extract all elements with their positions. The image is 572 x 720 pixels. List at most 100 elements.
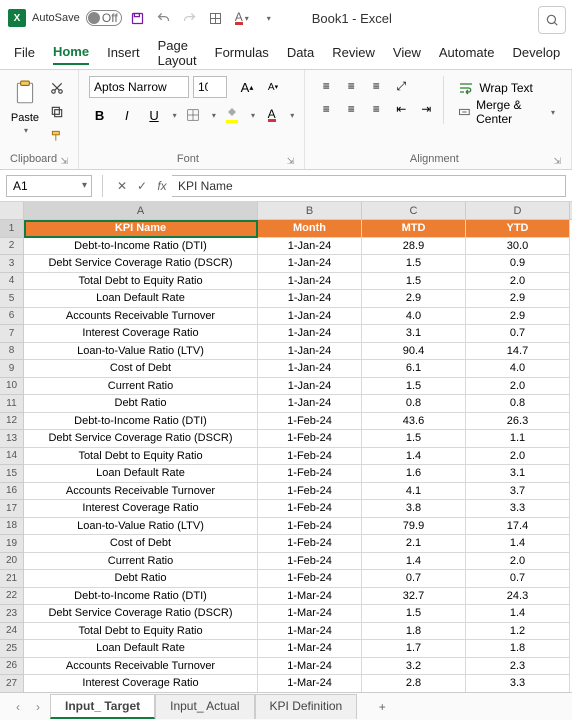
- qat-overflow-icon[interactable]: ▾: [258, 8, 278, 28]
- align-bottom-icon[interactable]: ≡: [365, 76, 387, 96]
- cell[interactable]: KPI Name: [24, 220, 258, 238]
- add-sheet-button[interactable]: +: [371, 700, 393, 714]
- enter-fx-icon[interactable]: ✓: [132, 175, 152, 197]
- row-header[interactable]: 23: [0, 605, 24, 623]
- row-header[interactable]: 7: [0, 325, 24, 343]
- font-size-select[interactable]: 10: [193, 76, 227, 98]
- paste-dropdown-icon[interactable]: ▾: [24, 126, 28, 135]
- ribbon-tab-insert[interactable]: Insert: [107, 41, 140, 64]
- row-header[interactable]: 6: [0, 308, 24, 326]
- cut-icon[interactable]: [46, 78, 68, 98]
- cell[interactable]: 3.1: [362, 325, 466, 343]
- cell[interactable]: 1.5: [362, 273, 466, 291]
- cell[interactable]: 1-Jan-24: [258, 273, 362, 291]
- cell[interactable]: 1-Mar-24: [258, 623, 362, 641]
- row-header[interactable]: 1: [0, 220, 24, 238]
- cell[interactable]: 3.7: [466, 483, 570, 501]
- cell[interactable]: Total Debt to Equity Ratio: [24, 623, 258, 641]
- row-header[interactable]: 5: [0, 290, 24, 308]
- cell[interactable]: Debt Service Coverage Ratio (DSCR): [24, 605, 258, 623]
- ribbon-tab-page-layout[interactable]: Page Layout: [158, 34, 197, 72]
- cell[interactable]: Debt Service Coverage Ratio (DSCR): [24, 255, 258, 273]
- row-header[interactable]: 24: [0, 623, 24, 641]
- cell[interactable]: 1.5: [362, 378, 466, 396]
- cell[interactable]: Accounts Receivable Turnover: [24, 483, 258, 501]
- increase-font-icon[interactable]: A▴: [235, 76, 259, 98]
- cell[interactable]: 3.3: [466, 675, 570, 693]
- align-left-icon[interactable]: ≡: [315, 99, 337, 119]
- row-header[interactable]: 17: [0, 500, 24, 518]
- cell[interactable]: 32.7: [362, 588, 466, 606]
- align-top-icon[interactable]: ≡: [315, 76, 337, 96]
- cell[interactable]: 3.8: [362, 500, 466, 518]
- row-header[interactable]: 4: [0, 273, 24, 291]
- cell[interactable]: Debt Ratio: [24, 395, 258, 413]
- cell[interactable]: Debt-to-Income Ratio (DTI): [24, 413, 258, 431]
- cell[interactable]: 1.7: [362, 640, 466, 658]
- cell[interactable]: 1-Feb-24: [258, 500, 362, 518]
- font-color-icon[interactable]: A: [261, 104, 282, 126]
- wrap-text-button[interactable]: Wrap Text: [452, 76, 561, 100]
- cell[interactable]: 3.3: [466, 500, 570, 518]
- ribbon-tab-file[interactable]: File: [14, 41, 35, 64]
- cell[interactable]: 3.1: [466, 465, 570, 483]
- row-header[interactable]: 2: [0, 238, 24, 256]
- row-header[interactable]: 12: [0, 413, 24, 431]
- cell[interactable]: Accounts Receivable Turnover: [24, 658, 258, 676]
- cell[interactable]: 1-Mar-24: [258, 640, 362, 658]
- row-header[interactable]: 25: [0, 640, 24, 658]
- cell[interactable]: Cost of Debt: [24, 360, 258, 378]
- save-icon[interactable]: [128, 8, 148, 28]
- cell[interactable]: Loan Default Rate: [24, 465, 258, 483]
- col-header-B[interactable]: B: [258, 202, 362, 219]
- font-launcher-icon[interactable]: ⇲: [287, 156, 295, 167]
- cell[interactable]: YTD: [466, 220, 570, 238]
- cell[interactable]: 1-Jan-24: [258, 308, 362, 326]
- cell[interactable]: Current Ratio: [24, 378, 258, 396]
- cell[interactable]: Total Debt to Equity Ratio: [24, 448, 258, 466]
- cell[interactable]: 1.5: [362, 605, 466, 623]
- cell[interactable]: 1-Jan-24: [258, 360, 362, 378]
- row-header[interactable]: 10: [0, 378, 24, 396]
- orientation-icon[interactable]: ⤢: [390, 76, 412, 96]
- cell[interactable]: 2.0: [466, 553, 570, 571]
- cell[interactable]: 1.5: [362, 255, 466, 273]
- align-middle-icon[interactable]: ≡: [340, 76, 362, 96]
- cell[interactable]: 4.0: [362, 308, 466, 326]
- fx-icon[interactable]: fx: [152, 175, 172, 197]
- cell[interactable]: 1-Feb-24: [258, 518, 362, 536]
- cell[interactable]: Loan-to-Value Ratio (LTV): [24, 518, 258, 536]
- ribbon-tab-formulas[interactable]: Formulas: [215, 41, 269, 64]
- cell[interactable]: 2.0: [466, 378, 570, 396]
- alignment-launcher-icon[interactable]: ⇲: [553, 156, 561, 167]
- cell[interactable]: 1.4: [466, 535, 570, 553]
- undo-icon[interactable]: [154, 8, 174, 28]
- cell[interactable]: 1.8: [466, 640, 570, 658]
- cell[interactable]: 2.9: [466, 308, 570, 326]
- cell[interactable]: Total Debt to Equity Ratio: [24, 273, 258, 291]
- cell[interactable]: 26.3: [466, 413, 570, 431]
- row-header[interactable]: 22: [0, 588, 24, 606]
- cell[interactable]: 1-Mar-24: [258, 658, 362, 676]
- redo-icon[interactable]: [180, 8, 200, 28]
- sheet-nav-next-icon[interactable]: ›: [30, 700, 46, 714]
- align-center-icon[interactable]: ≡: [340, 99, 362, 119]
- cell[interactable]: 0.8: [362, 395, 466, 413]
- paste-label[interactable]: Paste: [11, 112, 39, 124]
- row-header[interactable]: 21: [0, 570, 24, 588]
- cell[interactable]: 1.2: [466, 623, 570, 641]
- cell[interactable]: 0.7: [466, 570, 570, 588]
- cell[interactable]: 1-Feb-24: [258, 413, 362, 431]
- cell[interactable]: 1-Jan-24: [258, 290, 362, 308]
- cell[interactable]: Month: [258, 220, 362, 238]
- cell[interactable]: 1.8: [362, 623, 466, 641]
- sheet-tab[interactable]: KPI Definition: [255, 694, 358, 719]
- cell[interactable]: 1-Mar-24: [258, 675, 362, 693]
- format-painter-icon[interactable]: [46, 126, 68, 146]
- cell[interactable]: 1-Jan-24: [258, 395, 362, 413]
- cell[interactable]: 79.9: [362, 518, 466, 536]
- cell[interactable]: 24.3: [466, 588, 570, 606]
- cell[interactable]: Interest Coverage Ratio: [24, 675, 258, 693]
- font-name-select[interactable]: Aptos Narrow: [89, 76, 189, 98]
- row-header[interactable]: 11: [0, 395, 24, 413]
